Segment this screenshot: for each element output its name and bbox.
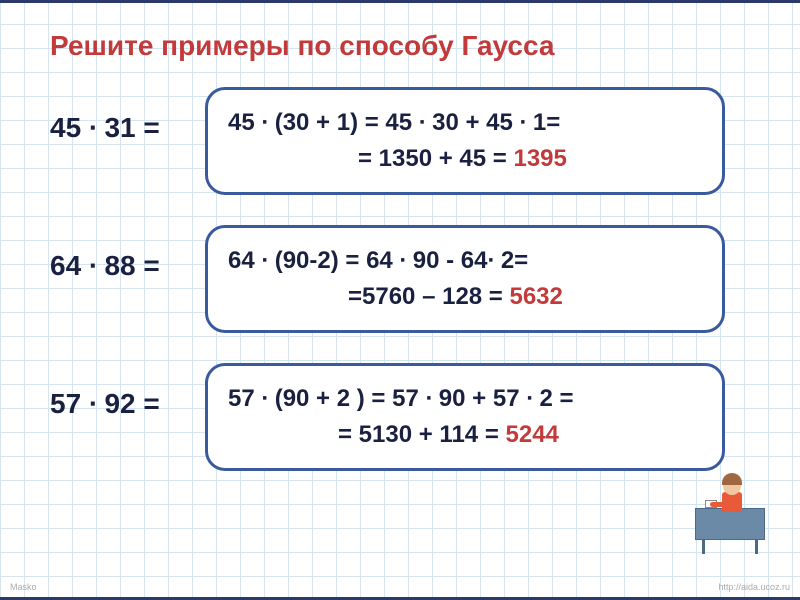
problem-text: 64 ∙ 88 = <box>50 225 205 282</box>
solution-line-2: =5760 – 128 = 5632 <box>228 279 702 315</box>
problem-text: 45 ∙ 31 = <box>50 87 205 144</box>
problem-text: 57 ∙ 92 = <box>50 363 205 420</box>
watermark-left: Masko <box>10 582 37 592</box>
solution-line-1: 64 ∙ (90-2) = 64 ∙ 90 - 64∙ 2= <box>228 243 702 279</box>
example-row: 64 ∙ 88 = 64 ∙ (90-2) = 64 ∙ 90 - 64∙ 2=… <box>50 225 760 333</box>
solution-prefix: =5760 – 128 = <box>348 283 509 310</box>
solution-line-1: 45 ∙ (30 + 1) = 45 ∙ 30 + 45 ∙ 1= <box>228 105 702 141</box>
student-illustration <box>695 460 765 540</box>
watermark-right: http://aida.ucoz.ru <box>718 582 790 592</box>
boy-body-icon <box>722 492 742 512</box>
answer-box: 64 ∙ (90-2) = 64 ∙ 90 - 64∙ 2= =5760 – 1… <box>205 225 725 333</box>
solution-line-2: = 5130 + 114 = 5244 <box>228 417 702 453</box>
example-row: 45 ∙ 31 = 45 ∙ (30 + 1) = 45 ∙ 30 + 45 ∙… <box>50 87 760 195</box>
solution-prefix: = 1350 + 45 = <box>358 145 513 172</box>
boy-hair-icon <box>722 473 742 485</box>
answer-box: 45 ∙ (30 + 1) = 45 ∙ 30 + 45 ∙ 1= = 1350… <box>205 87 725 195</box>
solution-prefix: = 5130 + 114 = <box>338 421 506 448</box>
solution-line-2: = 1350 + 45 = 1395 <box>228 141 702 177</box>
solution-result: 5244 <box>506 421 559 448</box>
solution-line-1: 57 ∙ (90 + 2 ) = 57 ∙ 90 + 57 ∙ 2 = <box>228 381 702 417</box>
solution-result: 1395 <box>513 145 566 172</box>
solution-result: 5632 <box>509 283 562 310</box>
answer-box: 57 ∙ (90 + 2 ) = 57 ∙ 90 + 57 ∙ 2 = = 51… <box>205 363 725 471</box>
slide-title: Решите примеры по способу Гаусса <box>50 30 760 62</box>
desk-icon <box>695 508 765 540</box>
example-row: 57 ∙ 92 = 57 ∙ (90 + 2 ) = 57 ∙ 90 + 57 … <box>50 363 760 471</box>
slide-content: Решите примеры по способу Гаусса 45 ∙ 31… <box>0 0 800 521</box>
boy-arm-icon <box>710 502 724 507</box>
